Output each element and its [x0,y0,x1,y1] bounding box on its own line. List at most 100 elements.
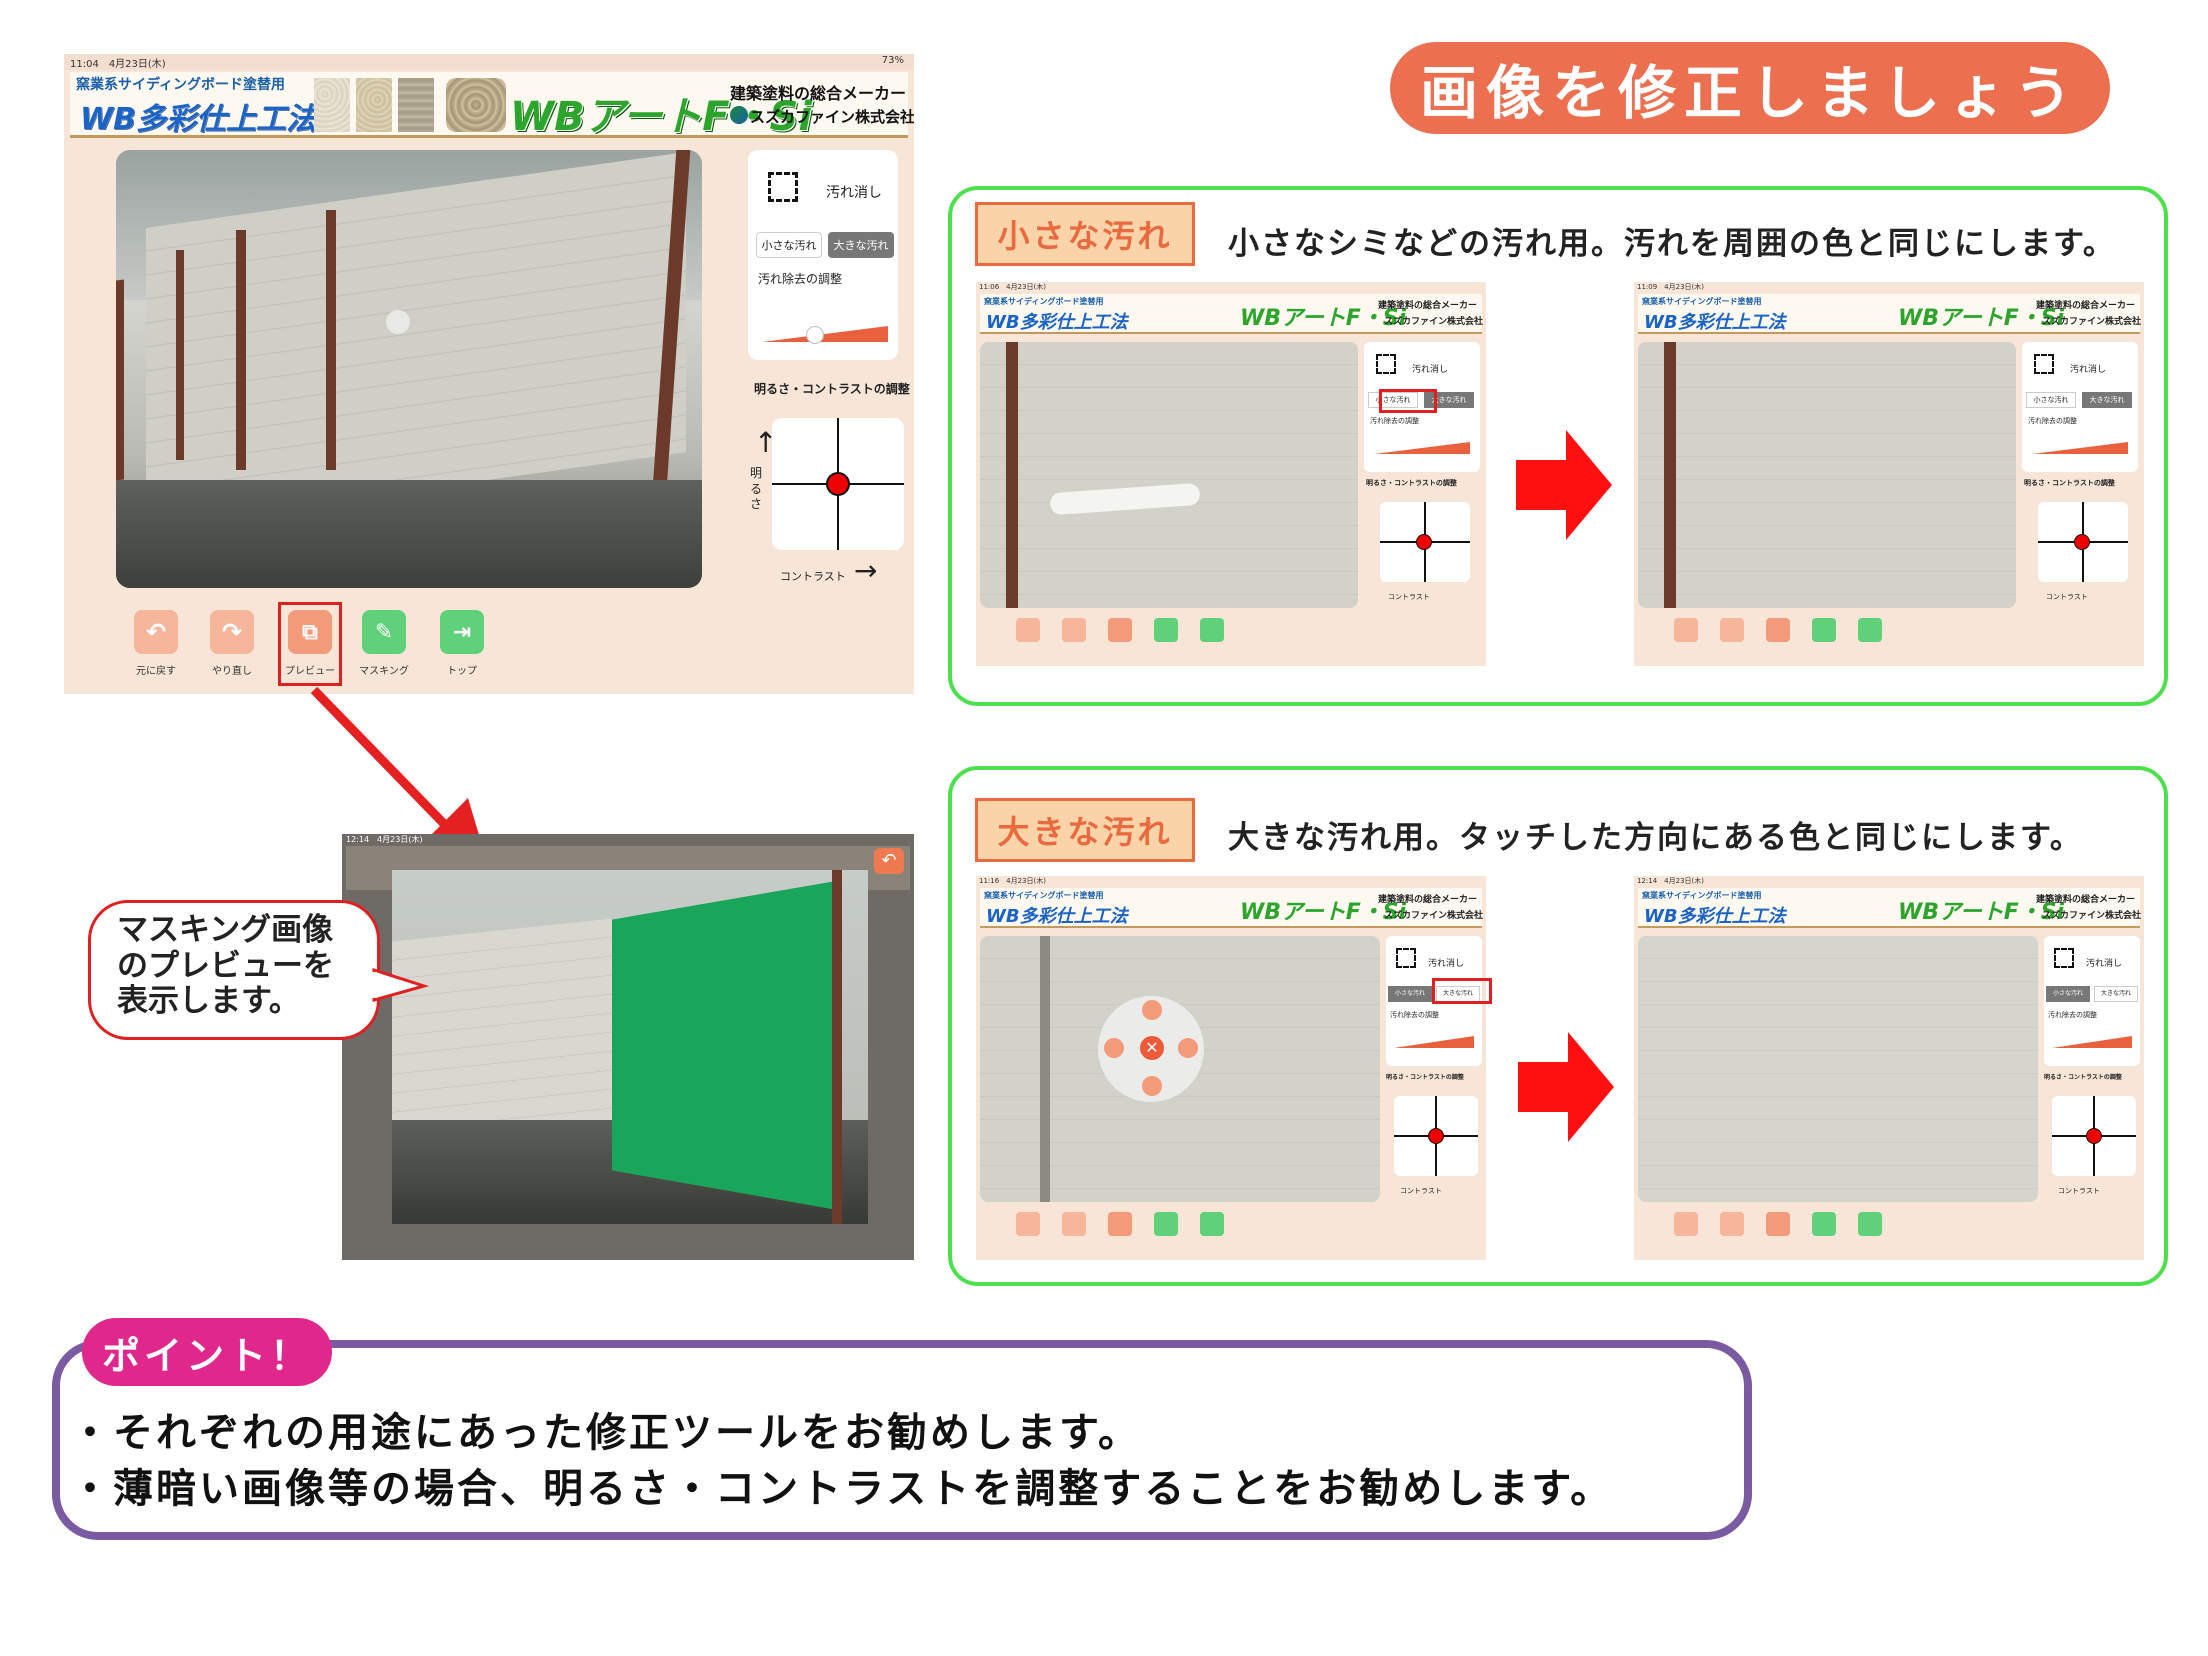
large-after-screen: 12:14 4月23日(木) 窯業系サイディングボード塗替用 WB多彩仕上工法 … [1634,876,2144,1260]
large-after-panel: 汚れ消し 小さな汚れ 大きな汚れ 汚れ除去の調整 [2044,936,2140,1066]
up-arrow-icon: ↑ [754,426,778,459]
top-button[interactable]: ⇥ [440,610,484,654]
banner-title: WB多彩仕上工法 [1644,312,1786,333]
banner-company: スズカファイン株式会社 [1384,911,1484,921]
banner-subtitle: 窯業系サイディングボード塗替用 [76,77,286,93]
adjust-label: 汚れ除去の調整 [1390,1011,1439,1019]
callout-line-1: マスキング画像 [117,912,334,948]
callout-line-2: のプレビューを [117,947,334,984]
large-before-bc-pad[interactable] [1394,1096,1478,1176]
large-after-bc-pad[interactable] [2052,1096,2136,1176]
large-stain-description: 大きな汚れ用。タッチした方向にある色と同じにします。 [1228,820,2083,856]
banner-title: WB多彩仕上工法 [1644,906,1786,927]
main-ipad-screen: 11:04 4月23日(木) 73% 窯業系サイディングボード塗替用 WB多彩仕… [64,54,914,694]
texture-swatch-1 [314,78,350,132]
preview-close-icon[interactable]: ↶ [874,848,904,874]
callout-line-3: 表示します。 [117,983,300,1020]
banner-subtitle: 窯業系サイディングボード塗替用 [1642,891,1762,900]
banner-maker: 建築塗料の総合メーカー [2036,895,2136,905]
status-time: 11:04 4月23日(木) [70,59,166,70]
large-stain-button[interactable]: 大きな汚れ [2082,392,2132,408]
small-stain-button[interactable]: 小さな汚れ [1388,986,1432,1002]
small-after-panel: 汚れ消し 小さな汚れ 大きな汚れ 汚れ除去の調整 [2022,342,2138,472]
hand-right-icon[interactable] [1178,1038,1198,1058]
company-logo-icon [730,106,748,124]
bc-handle[interactable] [826,472,850,496]
adjust-label: 汚れ除去の調整 [758,272,843,286]
banner-company: スズカファイン株式会社 [2042,317,2142,327]
contrast-label: コントラスト [1388,593,1430,601]
masked-area [612,880,842,1210]
large-stain-button[interactable]: 大きな汚れ [2094,986,2138,1002]
wall-photo [116,150,702,588]
callout-tail [371,967,430,1002]
small-after-bc-pad[interactable] [2038,502,2128,582]
small-stain-tag: 小さな汚れ [975,202,1195,266]
stain-remove-label: 汚れ消し [826,185,882,201]
bc-label: 明るさ・コントラストの調整 [1366,479,1457,487]
small-before-time: 11:06 4月23日(木) [979,283,1046,291]
banner-maker: 建築塗料の総合メーカー [1378,301,1478,311]
slider-knob[interactable] [806,326,824,344]
hand-left-icon[interactable] [1104,1038,1124,1058]
point-line-1: ・それぞれの用途にあった修正ツールをお勧めします。 [70,1410,1141,1456]
small-stain-button[interactable]: 小さな汚れ [2046,986,2090,1002]
redo-button[interactable]: ↷ [210,610,254,654]
banner-company: スズカファイン株式会社 [1384,317,1484,327]
small-after-photo [1638,342,2016,608]
point-line-2: ・薄暗い画像等の場合、明るさ・コントラストを調整することをお勧めします。 [70,1466,1614,1512]
adjust-label: 汚れ除去の調整 [2048,1011,2097,1019]
large-stain-button[interactable]: 大きな汚れ [828,232,894,258]
hand-up-icon[interactable] [1142,1000,1162,1020]
large-before-banner: 窯業系サイディングボード塗替用 WB多彩仕上工法 WBアートF・Si 建築塗料の… [980,888,1484,928]
large-after-photo [1638,936,2038,1202]
banner-title: WB多彩仕上工法 [986,312,1128,333]
tool-panel: 汚れ消し 小さな汚れ 大きな汚れ 汚れ除去の調整 [748,150,898,360]
small-stain-description: 小さなシミなどの汚れ用。汚れを周囲の色と同じにします。 [1228,226,2116,262]
bc-label: 明るさ・コントラストの調整 [1386,1074,1464,1081]
banner-maker: 建築塗料の総合メーカー [730,84,907,103]
banner-subtitle: 窯業系サイディングボード塗替用 [984,891,1104,900]
adjust-label: 汚れ除去の調整 [1370,417,1419,425]
cancel-icon[interactable]: ✕ [1140,1036,1164,1060]
banner-maker: 建築塗料の総合メーカー [2036,301,2136,311]
redo-label: やり直し [212,666,252,677]
small-stain-button[interactable]: 小さな汚れ [756,232,822,258]
small-after-time: 11:09 4月23日(木) [1637,283,1704,291]
small-before-screen: 11:06 4月23日(木) 窯業系サイディングボード塗替用 WB多彩仕上工法 … [976,282,1486,666]
preview-ipad-screen: 12:14 4月23日(木) ↶ [342,834,914,1260]
contrast-label: コントラスト [2046,593,2088,601]
small-before-bc-pad[interactable] [1380,502,1470,582]
texture-swatch-4 [446,78,506,132]
small-stain-button[interactable]: 小さな汚れ [2026,392,2076,408]
app-banner: 窯業系サイディングボード塗替用 WB多彩仕上工法 WBアートF・Si 建築塗料の… [70,72,914,140]
preview-status-time: 12:14 4月23日(木) [346,835,423,844]
banner-company: スズカファイン株式会社 [750,108,914,126]
stain-remove-icon[interactable] [768,172,798,202]
undo-button[interactable]: ↶ [134,610,178,654]
masking-button[interactable]: ✎ [362,610,406,654]
banner-title: WB多彩仕上工法 [80,102,316,137]
bc-label: 明るさ・コントラストの調整 [754,382,910,396]
point-tag: ポイント！ [82,1318,332,1386]
stain-remove-label: 汚れ消し [2086,959,2123,969]
page-title: 画像を修正しましょう [1390,42,2110,134]
large-after-banner: 窯業系サイディングボード塗替用 WB多彩仕上工法 WBアートF・Si 建築塗料の… [1638,888,2142,928]
contrast-label: コントラスト [780,570,846,583]
brightness-contrast-pad[interactable] [772,418,904,550]
banner-company: スズカファイン株式会社 [2042,911,2142,921]
battery-status: 73% [881,55,904,66]
large-stain-tag: 大きな汚れ [975,798,1195,862]
hand-down-icon[interactable] [1142,1076,1162,1096]
masking-label: マスキング [359,666,409,677]
direction-picker[interactable]: ✕ [1098,996,1204,1102]
stain-remove-label: 汚れ消し [2070,365,2107,375]
masking-preview-image [392,870,868,1224]
adjust-label: 汚れ除去の調整 [2028,417,2077,425]
undo-label: 元に戻す [136,666,176,677]
stain-adjust-slider[interactable] [762,300,888,350]
large-before-time: 11:16 4月23日(木) [979,877,1046,885]
brightness-label: 明るさ [750,466,763,512]
small-after-banner: 窯業系サイディングボード塗替用 WB多彩仕上工法 WBアートF・Si 建築塗料の… [1638,294,2142,334]
stain-remove-label: 汚れ消し [1428,959,1465,969]
